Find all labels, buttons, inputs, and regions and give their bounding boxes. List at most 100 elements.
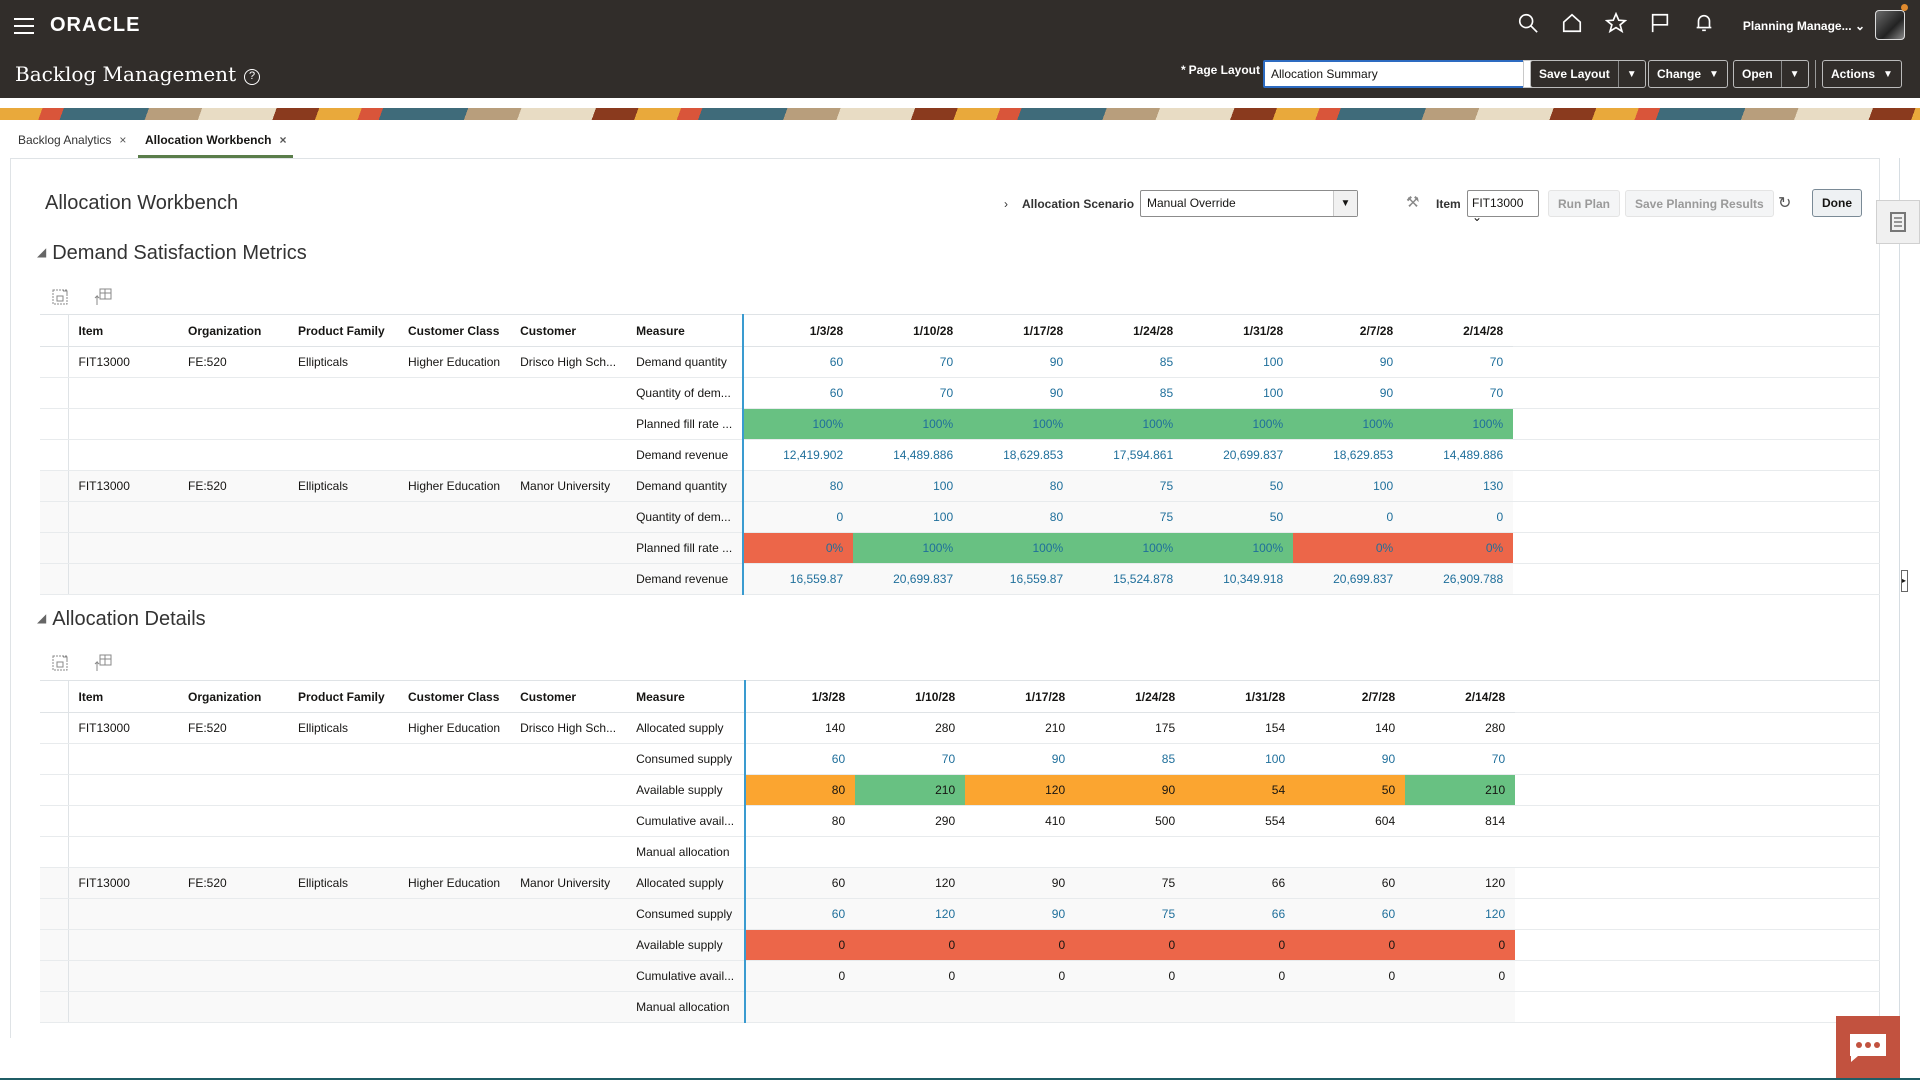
save-layout-button[interactable]: Save Layout ▼ xyxy=(1530,60,1646,88)
value-cell[interactable]: 85 xyxy=(1075,743,1186,775)
row-selector[interactable] xyxy=(40,960,69,992)
value-cell[interactable]: 18,629.853 xyxy=(963,439,1074,471)
date-column-header[interactable]: 1/31/28 xyxy=(1185,680,1296,713)
value-cell[interactable] xyxy=(1295,991,1406,1023)
value-cell[interactable] xyxy=(1295,836,1406,868)
favorites-star-icon[interactable] xyxy=(1604,11,1628,34)
value-cell[interactable]: 0% xyxy=(743,532,854,564)
value-cell[interactable]: 90 xyxy=(963,377,1074,409)
open-dropdown-icon[interactable]: ▼ xyxy=(1780,61,1800,87)
date-column-header[interactable]: 1/10/28 xyxy=(855,680,966,713)
value-cell[interactable]: 70 xyxy=(1405,743,1516,775)
date-column-header[interactable]: 1/24/28 xyxy=(1075,680,1186,713)
value-cell[interactable]: 100% xyxy=(1073,532,1184,564)
column-header[interactable]: Customer Class xyxy=(398,314,511,347)
pivot-table-icon[interactable] xyxy=(94,288,112,306)
value-cell[interactable] xyxy=(1405,836,1516,868)
column-header[interactable]: Organization xyxy=(178,314,288,347)
value-cell[interactable]: 0% xyxy=(1293,532,1404,564)
value-cell[interactable]: 70 xyxy=(1403,377,1514,409)
help-icon[interactable]: ? xyxy=(244,69,261,85)
value-cell[interactable]: 120 xyxy=(855,898,966,930)
value-cell[interactable]: 70 xyxy=(853,346,964,378)
value-cell[interactable]: 100 xyxy=(853,470,964,502)
value-cell[interactable]: 90 xyxy=(1293,377,1404,409)
value-cell[interactable] xyxy=(855,836,966,868)
value-cell[interactable]: 100% xyxy=(1293,408,1404,440)
value-cell[interactable]: 100 xyxy=(1293,470,1404,502)
value-cell[interactable]: 20,699.837 xyxy=(1183,439,1294,471)
home-icon[interactable] xyxy=(1561,12,1583,34)
close-icon[interactable]: × xyxy=(119,133,126,147)
value-cell[interactable]: 100% xyxy=(1183,408,1294,440)
column-header[interactable]: Customer Class xyxy=(398,680,511,713)
value-cell[interactable]: 14,489.886 xyxy=(853,439,964,471)
column-header[interactable]: Item xyxy=(68,680,178,713)
tools-icon[interactable]: ⚒ xyxy=(1406,193,1419,211)
value-cell[interactable]: 100 xyxy=(1185,743,1296,775)
date-column-header[interactable]: 2/7/28 xyxy=(1295,680,1406,713)
value-cell[interactable] xyxy=(745,991,856,1023)
row-selector[interactable] xyxy=(40,712,69,744)
value-cell[interactable]: 0 xyxy=(743,501,854,533)
column-header[interactable]: Product Family xyxy=(288,314,398,347)
date-column-header[interactable]: 1/17/28 xyxy=(965,680,1076,713)
value-cell[interactable]: 100% xyxy=(853,532,964,564)
value-cell[interactable] xyxy=(965,991,1076,1023)
row-selector[interactable] xyxy=(40,774,69,806)
save-layout-dropdown-icon[interactable]: ▼ xyxy=(1617,61,1637,87)
value-cell[interactable]: 100% xyxy=(1403,408,1514,440)
value-cell[interactable]: 26,909.788 xyxy=(1403,563,1514,595)
page-layout-select[interactable]: Allocation Summary▼ xyxy=(1263,60,1549,88)
value-cell[interactable]: 80 xyxy=(743,470,854,502)
value-cell[interactable]: 16,559.87 xyxy=(743,563,854,595)
pivot-table-icon[interactable] xyxy=(94,654,112,672)
flag-icon[interactable] xyxy=(1649,12,1671,34)
value-cell[interactable]: 130 xyxy=(1403,470,1514,502)
date-column-header[interactable]: 1/3/28 xyxy=(743,314,854,347)
date-column-header[interactable]: 2/7/28 xyxy=(1293,314,1404,347)
row-selector[interactable] xyxy=(40,991,69,1023)
collapse-triangle-icon[interactable]: ◢ xyxy=(37,245,46,259)
value-cell[interactable]: 0 xyxy=(1403,501,1514,533)
row-selector[interactable] xyxy=(40,532,69,564)
value-cell[interactable]: 70 xyxy=(1403,346,1514,378)
value-cell[interactable]: 60 xyxy=(743,377,854,409)
run-plan-button[interactable]: Run Plan xyxy=(1548,190,1621,217)
column-header[interactable]: Product Family xyxy=(288,680,398,713)
column-header[interactable]: Measure xyxy=(626,314,745,347)
value-cell[interactable] xyxy=(1075,836,1186,868)
row-selector[interactable] xyxy=(40,470,69,502)
column-header[interactable]: Item xyxy=(68,314,178,347)
column-header[interactable]: Measure xyxy=(626,680,747,713)
panel-toggle-handle[interactable]: ▸ xyxy=(1901,570,1908,592)
value-cell[interactable]: 60 xyxy=(743,346,854,378)
collapse-triangle-icon[interactable]: ◢ xyxy=(37,611,46,625)
value-cell[interactable]: 15,524.878 xyxy=(1073,563,1184,595)
value-cell[interactable]: 85 xyxy=(1073,377,1184,409)
row-selector[interactable] xyxy=(40,563,69,595)
hamburger-menu-icon[interactable] xyxy=(14,18,34,34)
done-button[interactable]: Done xyxy=(1812,189,1862,217)
value-cell[interactable]: 85 xyxy=(1073,346,1184,378)
value-cell[interactable] xyxy=(1075,991,1186,1023)
value-cell[interactable]: 90 xyxy=(1293,346,1404,378)
dropdown-arrow-icon[interactable]: ▼ xyxy=(1333,191,1357,216)
value-cell[interactable]: 17,594.861 xyxy=(1073,439,1184,471)
date-column-header[interactable]: 2/14/28 xyxy=(1405,680,1516,713)
column-header[interactable]: Customer xyxy=(510,314,627,347)
date-column-header[interactable]: 1/31/28 xyxy=(1183,314,1294,347)
actions-button[interactable]: Actions ▼ xyxy=(1822,60,1902,88)
row-selector[interactable] xyxy=(40,929,69,961)
value-cell[interactable]: 75 xyxy=(1073,470,1184,502)
value-cell[interactable]: 14,489.886 xyxy=(1403,439,1514,471)
value-cell[interactable]: 100% xyxy=(1183,532,1294,564)
value-cell[interactable]: 100% xyxy=(963,532,1074,564)
date-column-header[interactable]: 2/14/28 xyxy=(1403,314,1514,347)
value-cell[interactable]: 10,349.918 xyxy=(1183,563,1294,595)
value-cell[interactable]: 0 xyxy=(1293,501,1404,533)
value-cell[interactable] xyxy=(855,991,966,1023)
value-cell[interactable]: 90 xyxy=(965,898,1076,930)
row-selector[interactable] xyxy=(40,408,69,440)
chat-button[interactable] xyxy=(1836,1016,1900,1080)
